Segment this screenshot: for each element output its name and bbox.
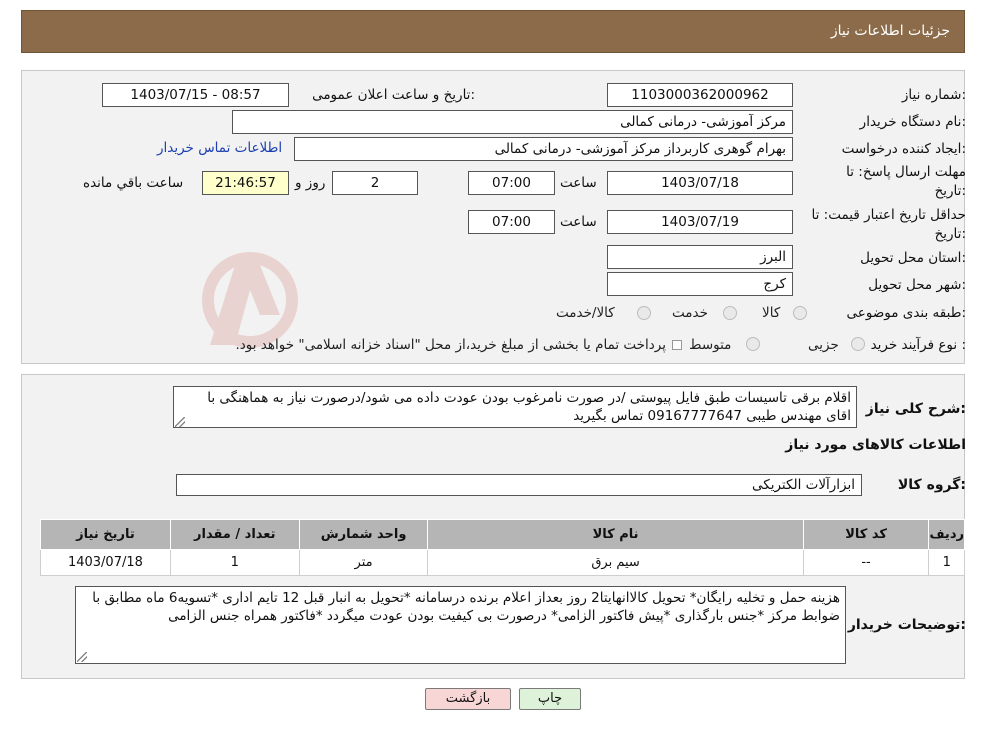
summary-label: شرح کلی نیاز: bbox=[865, 401, 966, 417]
validity-time-field: 07:00 bbox=[468, 210, 555, 234]
cell-goods-code: -- bbox=[802, 549, 930, 576]
cell-need-date: 1403/07/18 bbox=[40, 549, 171, 576]
process-radio-minor[interactable] bbox=[851, 337, 865, 351]
province-field: البرز bbox=[607, 245, 793, 269]
goods-group-label: گروه کالا: bbox=[897, 477, 966, 493]
days-label: روز و bbox=[295, 175, 326, 191]
resize-grip-icon-2[interactable] bbox=[77, 652, 87, 662]
page-title: جزئیات اطلاعات نیاز bbox=[830, 23, 950, 39]
validity-hour-label: ساعت bbox=[560, 214, 597, 230]
back-button[interactable]: بازگشت bbox=[425, 688, 511, 710]
buyer-org-field: مرکز آموزشی- درمانی کمالی bbox=[232, 110, 793, 134]
cell-row-number: 1 bbox=[928, 549, 965, 576]
process-radio-medium[interactable] bbox=[746, 337, 760, 351]
remaining-label: ساعت باقي مانده bbox=[83, 175, 184, 191]
reply-deadline-label-2: تاریخ: bbox=[934, 183, 966, 199]
col-goods-code: کد کالا bbox=[802, 519, 930, 550]
process-note: پرداخت تمام یا بخشی از مبلغ خرید،از محل … bbox=[235, 337, 666, 353]
items-table-wrapper: تاریخ نیاز تعداد / مقدار واحد شمارش نام … bbox=[40, 519, 965, 576]
requester-field: بهرام گوهری کاربرداز مرکز آموزشی- درمانی… bbox=[294, 137, 793, 161]
price-validity-label: حداقل تاریخ اعتبار قیمت: تا bbox=[811, 207, 966, 223]
summary-text: اقلام برقی تاسیسات طبق فایل پیوستی /در ص… bbox=[207, 390, 851, 424]
process-option-minor: جزیی bbox=[808, 337, 839, 353]
category-label: طبقه بندی موضوعی: bbox=[846, 305, 966, 321]
table-header-row: تاریخ نیاز تعداد / مقدار واحد شمارش نام … bbox=[40, 519, 965, 550]
city-field: کرج bbox=[607, 272, 793, 296]
page-header: جزئیات اطلاعات نیاز bbox=[21, 10, 965, 53]
category-option-goods-service: کالا/خدمت bbox=[556, 305, 615, 321]
goods-group-field: ابزارآلات الکتریکی bbox=[176, 474, 862, 496]
need-number-label: شماره نیاز: bbox=[901, 87, 966, 103]
cell-quantity: 1 bbox=[169, 549, 300, 576]
cell-unit: متر bbox=[298, 549, 429, 576]
category-radio-goods[interactable] bbox=[793, 306, 807, 320]
cell-goods-name: سیم برق bbox=[427, 549, 804, 576]
need-number-field: 1103000362000962 bbox=[607, 83, 793, 107]
resize-grip-icon[interactable] bbox=[175, 417, 185, 427]
requester-label: ایجاد کننده درخواست: bbox=[841, 141, 966, 157]
reply-hour-label: ساعت bbox=[560, 175, 597, 191]
buyer-notes-textarea[interactable]: هزینه حمل و تخلیه رایگان* تحویل کالاانها… bbox=[75, 586, 846, 664]
category-option-service: خدمت bbox=[672, 305, 708, 321]
buyer-contact-link[interactable]: اطلاعات تماس خریدار bbox=[157, 140, 282, 156]
col-row-number: ردیف bbox=[928, 519, 965, 550]
summary-textarea[interactable]: اقلام برقی تاسیسات طبق فایل پیوستی /در ص… bbox=[173, 386, 857, 428]
reply-time-field: 07:00 bbox=[468, 171, 555, 195]
process-label: نوع فرآیند خرید : bbox=[870, 337, 966, 353]
province-label: استان محل تحویل: bbox=[860, 250, 966, 266]
category-radio-goods-service[interactable] bbox=[637, 306, 651, 320]
city-label: شهر محل تحویل: bbox=[868, 277, 966, 293]
buyer-notes-text: هزینه حمل و تخلیه رایگان* تحویل کالاانها… bbox=[92, 590, 840, 624]
days-field: 2 bbox=[332, 171, 418, 195]
buyer-notes-label: توضیحات خریدار: bbox=[847, 617, 966, 633]
reply-date-field: 1403/07/18 bbox=[607, 171, 793, 195]
col-unit: واحد شمارش bbox=[298, 519, 429, 550]
goods-info-title: اطلاعات کالاهای مورد نیاز bbox=[785, 437, 966, 453]
col-quantity: تعداد / مقدار bbox=[169, 519, 300, 550]
print-button[interactable]: چاپ bbox=[519, 688, 581, 710]
col-goods-name: نام کالا bbox=[427, 519, 804, 550]
items-table: تاریخ نیاز تعداد / مقدار واحد شمارش نام … bbox=[40, 519, 965, 576]
price-validity-label-2: تاریخ: bbox=[934, 226, 966, 242]
treasury-checkbox[interactable] bbox=[672, 340, 682, 350]
announce-datetime-field: 1403/07/15 - 08:57 bbox=[102, 83, 289, 107]
announce-datetime-label: تاریخ و ساعت اعلان عمومی: bbox=[312, 87, 475, 103]
category-option-goods: کالا bbox=[762, 305, 781, 321]
buyer-org-label: نام دستگاه خریدار: bbox=[859, 114, 966, 130]
process-option-medium: متوسط bbox=[689, 337, 732, 353]
reply-deadline-label: مهلت ارسال پاسخ: تا bbox=[846, 164, 966, 180]
table-row: 1403/07/18 1 متر سیم برق -- 1 bbox=[40, 549, 965, 576]
validity-date-field: 1403/07/19 bbox=[607, 210, 793, 234]
category-radio-service[interactable] bbox=[723, 306, 737, 320]
col-need-date: تاریخ نیاز bbox=[40, 519, 171, 550]
remaining-time-field: 21:46:57 bbox=[202, 171, 289, 195]
